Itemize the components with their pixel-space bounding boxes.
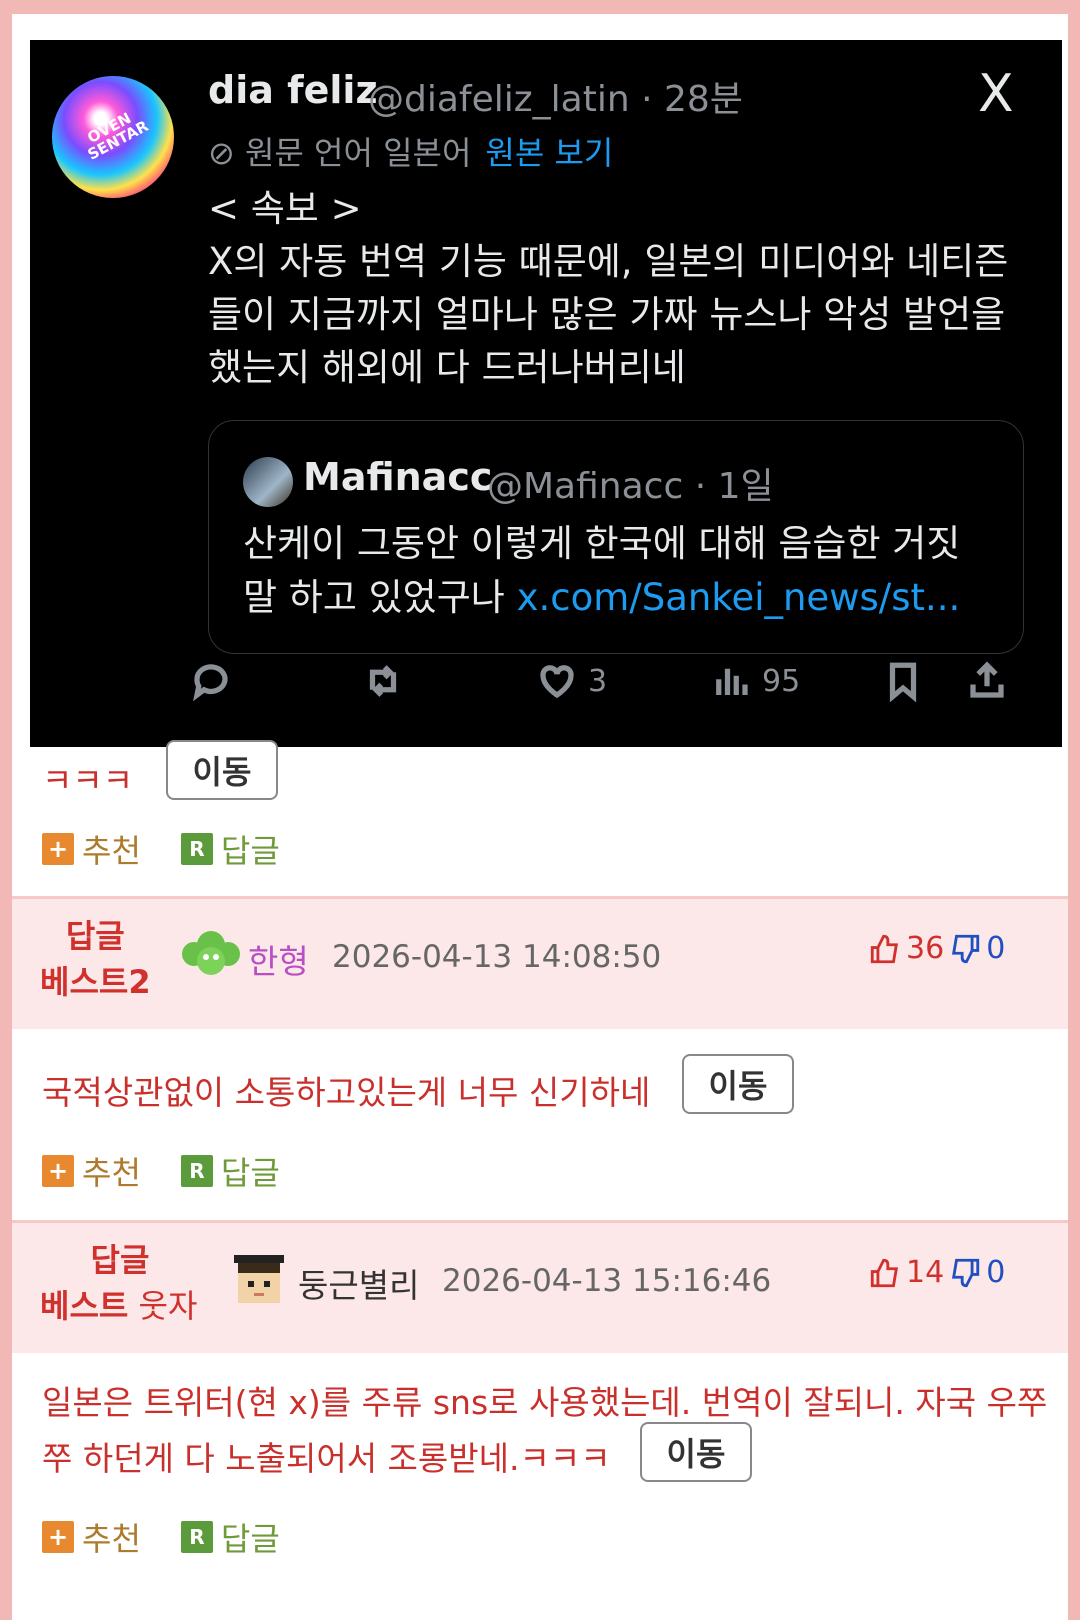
avatar-logo-text: OVEN SENTAR [84, 109, 152, 164]
tweet-body-line: < 속보 > [208, 187, 362, 230]
recommend-label: 추천 [82, 1154, 141, 1192]
quoted-body: 산케이 그동안 이렇게 한국에 대해 음습한 거짓 말 하고 있었구나 x.co… [243, 517, 1003, 625]
reply-r-icon: R [180, 1155, 213, 1187]
like-count: 3 [588, 663, 608, 699]
heart-icon [540, 665, 574, 699]
move-button[interactable]: 이동 [682, 1054, 794, 1114]
upvote-count: 36 [906, 931, 945, 966]
quoted-body-line: 말 하고 있었구나 x.com/Sankei_news/st... [243, 571, 1003, 625]
like-action[interactable]: 3 [536, 656, 607, 706]
bookmark-icon [889, 662, 917, 702]
tweet-body: < 속보 > X의 자동 번역 기능 때문에, 일본의 미디어와 네티즌 들이 … [208, 182, 1028, 394]
retweet-action[interactable] [362, 656, 404, 706]
bar-chart-icon [716, 668, 748, 695]
badge-extra-label: 웃자 [128, 1287, 198, 1325]
tweet-handle-time: @diafeliz_latin · 28분 [368, 79, 743, 120]
recommend-button[interactable]: + 추천 [42, 1514, 141, 1560]
plus-icon: + [42, 1155, 74, 1187]
reply-label: 답글 [220, 1520, 280, 1558]
views-count: 95 [762, 663, 801, 699]
vote-box: 36 0 [868, 931, 1005, 966]
recommend-button[interactable]: + 추천 [42, 826, 141, 872]
quoted-tweet[interactable]: Mafinacc @Mafinacc · 1일 산케이 그동안 이렇게 한국에 … [208, 420, 1024, 654]
x-logo-icon[interactable]: X [978, 68, 1014, 120]
badge-line: 베스트 웃자 [40, 1283, 200, 1329]
tweet-author-name[interactable]: dia feliz [208, 68, 378, 112]
reply-icon [193, 664, 228, 702]
badge-line: 답글 [90, 1241, 150, 1279]
tweet-body-line: X의 자동 번역 기능 때문에, 일본의 미디어와 네티즌 [208, 240, 1009, 283]
globe-slash-icon: ⊘ [208, 134, 245, 172]
move-button[interactable]: 이동 [166, 740, 278, 800]
thumbs-up-icon[interactable] [868, 1256, 902, 1290]
reply-button[interactable]: R 답글 [180, 1514, 280, 1560]
badge-line: 베스트2 [40, 963, 151, 1001]
user-avatar-icon [230, 1251, 288, 1311]
translation-note: ⊘ 원문 언어 일본어 원본 보기 [208, 128, 613, 174]
comment-datetime: 2026-04-13 15:16:46 [442, 1263, 772, 1299]
quoted-handle-time: @Mafinacc · 1일 [487, 466, 774, 507]
plus-icon: + [42, 833, 74, 865]
comment-nickname[interactable]: 둥근별리 [298, 1259, 419, 1307]
recommend-label: 추천 [82, 1520, 141, 1558]
vote-box: 14 0 [868, 1255, 1005, 1290]
translation-lang-label: 원문 언어 일본어 [244, 134, 472, 172]
page: OVEN SENTAR dia feliz @diafeliz_latin · … [12, 14, 1068, 1620]
comment-text: 국적상관없이 소통하고있는게 너무 신기하네 [42, 1073, 651, 1112]
thumbs-up-icon[interactable] [868, 932, 902, 966]
quoted-text: 말 하고 있었구나 [243, 576, 517, 619]
tweet-body-line: 했는지 해외에 다 드러나버리네 [208, 346, 686, 389]
reply-r-icon: R [180, 1521, 213, 1553]
tweet-avatar[interactable]: OVEN SENTAR [52, 76, 174, 198]
reply-button[interactable]: R 답글 [180, 1148, 280, 1194]
comment-header: 답글 베스트 웃자 둥근별리 2026-04-13 15:16:46 14 0 [12, 1220, 1068, 1353]
reply-label: 답글 [220, 1154, 280, 1192]
comment-header: 답글 베스트2 한형 2026-04-13 14:08:50 36 0 [12, 896, 1068, 1029]
post-text: ㅋㅋㅋ [42, 761, 134, 800]
upvote-count: 14 [906, 1255, 945, 1290]
downvote-count: 0 [986, 1255, 1006, 1290]
downvote-count: 0 [986, 931, 1006, 966]
reply-label: 답글 [220, 832, 280, 870]
quoted-body-line: 산케이 그동안 이렇게 한국에 대해 음습한 거짓 [243, 522, 961, 565]
user-level-icon [180, 929, 242, 983]
plus-icon: + [42, 1521, 74, 1553]
quoted-avatar[interactable] [243, 457, 293, 507]
recommend-label: 추천 [82, 832, 141, 870]
comment-text-line: 일본은 트위터(현 x)를 주류 sns로 사용했는데. 번역이 잘되니. 자국… [42, 1383, 1048, 1422]
comment-nickname[interactable]: 한형 [248, 935, 309, 983]
share-icon [970, 661, 1004, 698]
reply-button[interactable]: R 답글 [180, 826, 280, 872]
comment-actions: + 추천 R 답글 [42, 1514, 280, 1560]
thumbs-down-icon[interactable] [948, 932, 982, 966]
reply-r-icon: R [180, 833, 213, 865]
tweet-body-line: 들이 지금까지 얼마나 많은 가짜 뉴스나 악성 발언을 [208, 293, 1006, 336]
reply-action[interactable] [190, 656, 232, 706]
post-actions: + 추천 R 답글 [42, 826, 280, 872]
comment-text-line: 쭈 하던게 다 노출되어서 조롱받네.ㅋㅋㅋ [42, 1439, 611, 1478]
quoted-author-name[interactable]: Mafinacc [303, 455, 492, 499]
quoted-link[interactable]: x.com/Sankei_news/st... [517, 576, 961, 619]
badge-best-label: 베스트 [40, 1287, 129, 1325]
comment-datetime: 2026-04-13 14:08:50 [332, 939, 662, 975]
views-action[interactable]: 95 [710, 656, 800, 706]
best-reply-badge: 답글 베스트 웃자 [40, 1237, 200, 1329]
bookmark-action[interactable] [882, 656, 924, 706]
badge-line: 답글 [65, 917, 125, 955]
move-button[interactable]: 이동 [640, 1422, 752, 1482]
view-original-link[interactable]: 원본 보기 [485, 134, 613, 172]
comment-actions: + 추천 R 답글 [42, 1148, 280, 1194]
best-reply-badge: 답글 베스트2 [40, 913, 151, 1005]
recommend-button[interactable]: + 추천 [42, 1148, 141, 1194]
thumbs-down-icon[interactable] [948, 1256, 982, 1290]
share-action[interactable] [966, 656, 1008, 706]
retweet-icon [369, 665, 397, 697]
embedded-tweet[interactable]: OVEN SENTAR dia feliz @diafeliz_latin · … [30, 40, 1062, 747]
